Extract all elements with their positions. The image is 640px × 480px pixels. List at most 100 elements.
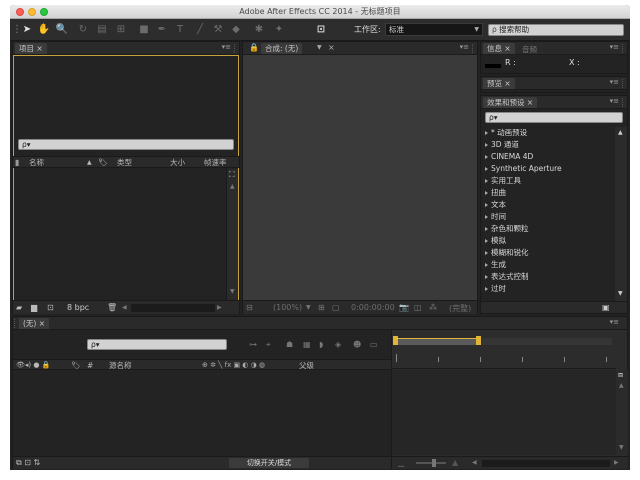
time-ruler[interactable] bbox=[392, 348, 616, 369]
help-search-input[interactable]: ρ 搜索帮助 bbox=[488, 24, 624, 36]
type-tool-icon[interactable]: T bbox=[173, 23, 187, 37]
zoom-out-icon[interactable]: ▁ bbox=[398, 458, 404, 468]
panel-menu-icon[interactable]: ▾≡ bbox=[460, 43, 469, 51]
column-source-name[interactable]: 源名称 bbox=[109, 360, 132, 371]
graph-editor-icon[interactable]: ◈ bbox=[335, 340, 341, 350]
panel-menu-icon[interactable]: ▾≡ bbox=[222, 43, 231, 51]
new-preset-icon[interactable]: ▣ bbox=[602, 303, 610, 313]
panel-grip-icon[interactable] bbox=[622, 79, 626, 88]
close-tab-icon[interactable]: × bbox=[328, 43, 335, 53]
lock-icon[interactable]: 🔒 bbox=[249, 43, 259, 53]
label-column-icon[interactable]: ▮ bbox=[15, 158, 19, 168]
scroll-up-icon[interactable]: ▲ bbox=[618, 128, 623, 138]
tab-project[interactable]: 项目 × bbox=[15, 43, 47, 54]
zoom-window-button[interactable] bbox=[40, 8, 48, 16]
resolution-dropdown[interactable]: (完整) bbox=[449, 303, 471, 314]
grid-icon[interactable]: ⊞ bbox=[318, 303, 325, 313]
comp-button-icon[interactable]: ⧈ bbox=[618, 370, 623, 380]
live-update-icon[interactable]: ▭ bbox=[370, 340, 378, 350]
comp-dropdown-icon[interactable]: ▼ bbox=[317, 43, 322, 53]
selection-tool-icon[interactable]: ➤ bbox=[20, 23, 34, 37]
zoom-in-icon[interactable]: ▲ bbox=[452, 458, 458, 468]
layer-list[interactable] bbox=[13, 371, 391, 456]
scroll-up-icon[interactable]: ▲ bbox=[230, 182, 235, 192]
timeline-scrollbar[interactable]: ⧈ ▲ ▼ bbox=[616, 370, 628, 455]
new-composition-icon[interactable]: ⊡ bbox=[47, 303, 54, 313]
panel-menu-icon[interactable]: ▾≡ bbox=[610, 318, 619, 326]
sort-ascending-icon[interactable]: ▲ bbox=[87, 157, 92, 168]
work-area-start-handle[interactable] bbox=[393, 336, 398, 345]
timeline-search-input[interactable]: ρ▾ bbox=[87, 339, 227, 350]
effects-list-item[interactable]: 3D 通道 bbox=[485, 139, 519, 151]
zoom-slider[interactable] bbox=[416, 462, 446, 464]
effects-list-item[interactable]: 扭曲 bbox=[485, 187, 506, 199]
new-folder-icon[interactable]: ▆ bbox=[31, 303, 37, 313]
shy-layers-icon[interactable]: ☗ bbox=[286, 340, 293, 350]
motion-blur-icon[interactable]: ◗ bbox=[319, 340, 323, 350]
frame-blending-icon[interactable]: ▦ bbox=[303, 340, 311, 350]
mask-tool-icon[interactable]: ■ bbox=[137, 23, 151, 37]
pen-tool-icon[interactable]: ✒ bbox=[155, 23, 169, 37]
hand-tool-icon[interactable]: ✋ bbox=[37, 23, 51, 37]
close-window-button[interactable] bbox=[16, 8, 24, 16]
panel-grip-icon[interactable] bbox=[234, 44, 238, 53]
panel-menu-icon[interactable]: ▾≡ bbox=[610, 78, 619, 86]
eraser-tool-icon[interactable]: ◆ bbox=[229, 23, 243, 37]
show-channel-icon[interactable]: ◫ bbox=[414, 303, 422, 313]
snapshot-icon[interactable]: 📷 bbox=[399, 303, 409, 313]
column-type[interactable]: 类型 bbox=[117, 157, 132, 168]
panel-grip-icon[interactable] bbox=[472, 44, 476, 53]
zoom-dropdown-icon[interactable]: ▼ bbox=[306, 303, 311, 313]
work-area-track[interactable] bbox=[482, 338, 612, 345]
effects-list-item[interactable]: 表达式控制 bbox=[485, 271, 529, 283]
brush-tool-icon[interactable]: ╱ bbox=[193, 23, 207, 37]
comp-mini-flowchart-icon[interactable]: ⊶ bbox=[249, 340, 257, 350]
interpret-footage-icon[interactable]: ▰ bbox=[16, 303, 22, 313]
zoom-slider-thumb[interactable] bbox=[432, 459, 436, 467]
tab-preview[interactable]: 预览 × bbox=[483, 78, 515, 89]
effects-list-item[interactable]: 模拟 bbox=[485, 235, 506, 247]
puppet-tool-icon[interactable]: ✦ bbox=[272, 23, 286, 37]
project-scrollbar[interactable]: ⛶ ▲ ▼ bbox=[226, 169, 238, 300]
effects-search-input[interactable]: ρ▾ bbox=[485, 112, 623, 123]
scroll-down-icon[interactable]: ▼ bbox=[230, 287, 235, 297]
minimize-window-button[interactable] bbox=[28, 8, 36, 16]
workspace-snap-icon[interactable]: ⊡ bbox=[313, 23, 329, 37]
project-search-input[interactable]: ρ▾ bbox=[18, 139, 234, 150]
zoom-level[interactable]: (100%) bbox=[273, 303, 302, 312]
panel-menu-icon[interactable]: ▾≡ bbox=[610, 43, 619, 51]
work-area-bar[interactable] bbox=[396, 338, 478, 345]
scroll-up-icon[interactable]: ▲ bbox=[619, 381, 624, 391]
track-area[interactable] bbox=[392, 370, 616, 455]
effects-list-item[interactable]: 文本 bbox=[485, 199, 506, 211]
flowchart-icon[interactable]: ⛶ bbox=[229, 170, 235, 180]
column-parent[interactable]: 父级 bbox=[299, 360, 314, 371]
pan-behind-tool-icon[interactable]: ⊞ bbox=[114, 23, 128, 37]
scroll-down-icon[interactable]: ▼ bbox=[619, 443, 624, 453]
horizontal-scrollbar[interactable] bbox=[131, 304, 215, 312]
scroll-right-icon[interactable]: ▶ bbox=[217, 303, 222, 313]
scroll-right-icon[interactable]: ▶ bbox=[614, 458, 619, 468]
panel-grip-icon[interactable] bbox=[622, 98, 626, 107]
draft-3d-icon[interactable]: ⌖ bbox=[266, 340, 271, 350]
tab-composition[interactable]: 合成: (无) bbox=[261, 43, 303, 54]
mask-visibility-icon[interactable]: ▢ bbox=[332, 303, 340, 313]
timecode[interactable]: 0:00:00:00 bbox=[351, 303, 395, 312]
label-tag-icon[interactable]: 🏷 bbox=[71, 360, 81, 371]
scroll-left-icon[interactable]: ◀ bbox=[472, 458, 477, 468]
trash-icon[interactable]: 🗑 bbox=[107, 303, 117, 313]
roto-brush-tool-icon[interactable]: ✱ bbox=[252, 23, 266, 37]
tab-info[interactable]: 信息 × bbox=[483, 43, 515, 54]
effects-list-item[interactable]: * 动画预设 bbox=[485, 127, 527, 139]
workspace-dropdown[interactable]: 标准 ▼ bbox=[385, 23, 483, 36]
rotation-tool-icon[interactable]: ↻ bbox=[76, 23, 90, 37]
panel-menu-icon[interactable]: ▾≡ bbox=[610, 97, 619, 105]
toggle-switches-modes-button[interactable]: 切换开关/模式 bbox=[229, 458, 309, 468]
brainstorm-icon[interactable]: ☻ bbox=[353, 340, 361, 350]
time-scrollbar[interactable] bbox=[482, 460, 610, 467]
tab-timeline[interactable]: (无) × bbox=[19, 318, 50, 329]
expand-layer-icons[interactable]: ⧉ ⊡ ⇅ bbox=[16, 458, 40, 468]
scroll-down-icon[interactable]: ▼ bbox=[618, 289, 623, 299]
av-features-icon[interactable]: 👁◂) ● 🔒 bbox=[16, 360, 50, 371]
tag-icon[interactable]: 🏷 bbox=[98, 157, 108, 168]
